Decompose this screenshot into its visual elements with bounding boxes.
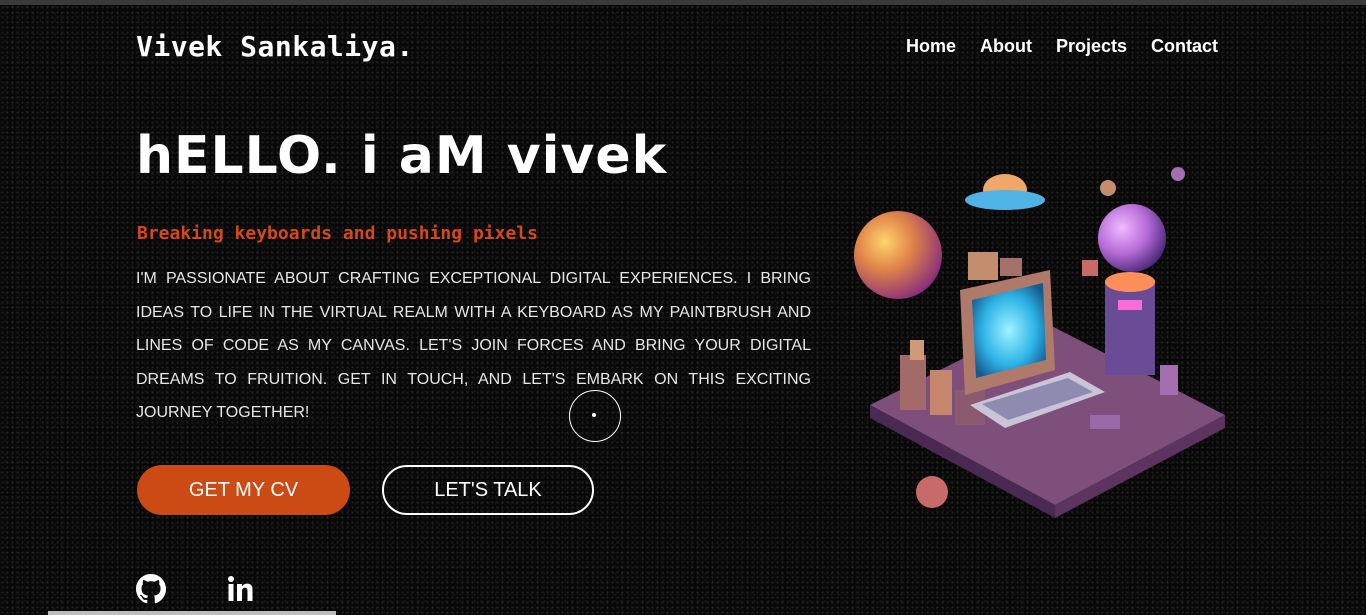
planet-right: [1098, 204, 1166, 272]
nav-link-about[interactable]: About: [980, 36, 1032, 57]
main-nav: Home About Projects Contact: [906, 36, 1218, 57]
brand-logo[interactable]: Vivek Sankaliya.: [136, 30, 414, 63]
planet-small-top: [1100, 180, 1116, 196]
hero-title: hELLO. i aM vivek: [136, 126, 668, 186]
nav-link-contact[interactable]: Contact: [1151, 36, 1218, 57]
linkedin-i-stem: [228, 584, 234, 601]
planet-tiny-top-right: [1171, 167, 1185, 181]
floating-block-1: [1082, 260, 1098, 276]
hero-tagline: Breaking keyboards and pushing pixels: [137, 223, 538, 244]
isometric-computer-planets-illustration: [854, 167, 1225, 518]
planet-bottom: [916, 476, 948, 508]
nav-link-projects[interactable]: Projects: [1056, 36, 1127, 57]
linkedin-icon[interactable]: [227, 574, 257, 604]
get-cv-button[interactable]: GET MY CV: [137, 465, 350, 515]
tower-top: [1105, 272, 1155, 292]
floating-block-2: [1160, 365, 1178, 395]
saucer-ring: [965, 190, 1045, 210]
planet-left: [854, 211, 942, 299]
scrollbar-thumb[interactable]: [48, 611, 336, 615]
monitor-top-box: [968, 252, 998, 280]
tower-light: [1118, 300, 1142, 310]
building-2: [930, 370, 952, 415]
github-icon[interactable]: [136, 574, 166, 604]
custom-cursor-dot: [592, 413, 596, 417]
floating-block-3: [1090, 415, 1120, 429]
hero-bio: I'M PASSIONATE ABOUT CRAFTING EXCEPTIONA…: [136, 270, 811, 422]
tower-body: [1105, 280, 1155, 375]
nav-link-home[interactable]: Home: [906, 36, 956, 57]
linkedin-n-shape: [237, 583, 253, 601]
building-3: [910, 340, 924, 360]
building-1: [900, 355, 926, 410]
lets-talk-button[interactable]: LET'S TALK: [382, 465, 594, 515]
monitor-top-box-2: [1000, 258, 1022, 276]
window-top-border: [0, 0, 1366, 5]
linkedin-i-dot: [228, 576, 234, 582]
